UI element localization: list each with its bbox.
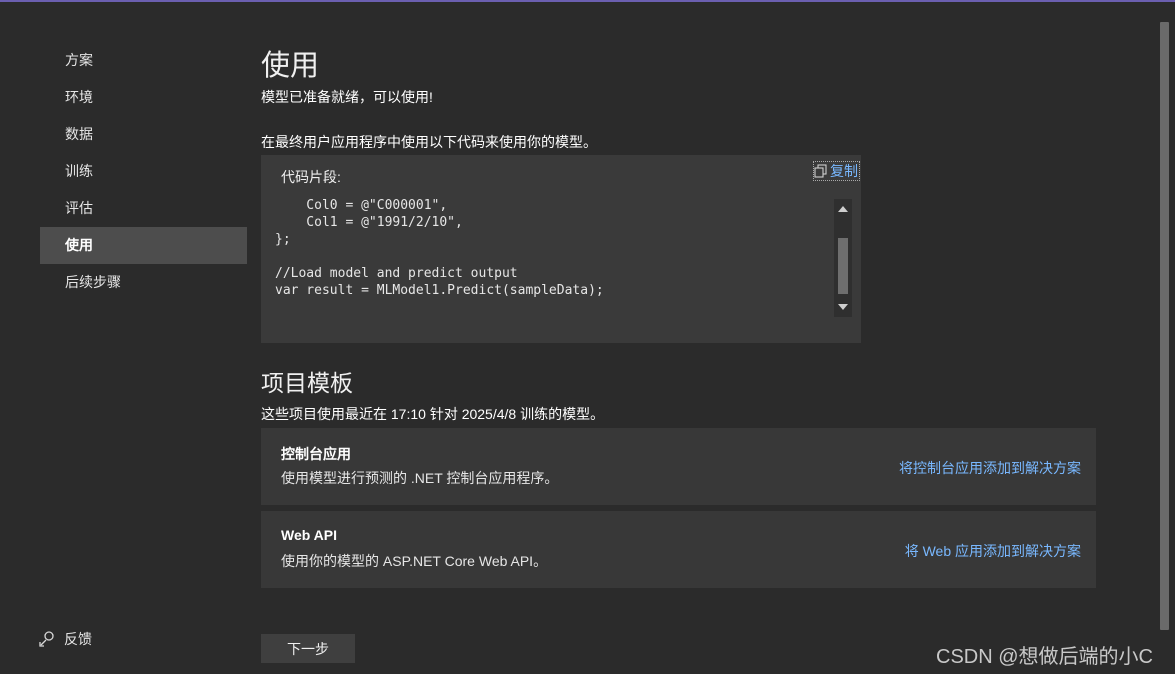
sidebar-item-scenario[interactable]: 方案 <box>40 42 247 79</box>
console-app-card: 控制台应用 使用模型进行预测的 .NET 控制台应用程序。 将控制台应用添加到解… <box>261 428 1096 505</box>
page-scrollbar[interactable] <box>1157 18 1171 658</box>
scroll-up-arrow-icon[interactable] <box>834 201 852 217</box>
sidebar-nav: 方案 环境 数据 训练 评估 使用 后续步骤 <box>40 42 247 301</box>
templates-subtitle: 这些项目使用最近在 17:10 针对 2025/4/8 训练的模型。 <box>261 406 605 422</box>
copy-icon <box>814 164 827 178</box>
scroll-down-arrow-icon[interactable] <box>834 299 852 315</box>
sidebar-item-evaluate[interactable]: 评估 <box>40 190 247 227</box>
code-instruction: 在最终用户应用程序中使用以下代码来使用你的模型。 <box>261 134 597 150</box>
page-scroll-thumb[interactable] <box>1160 22 1169 630</box>
feedback-label: 反馈 <box>64 631 92 647</box>
sidebar-item-data[interactable]: 数据 <box>40 116 247 153</box>
feedback-button[interactable]: 反馈 <box>38 628 92 650</box>
copy-button[interactable]: 复制 <box>813 161 860 181</box>
card-title: 控制台应用 <box>281 446 351 462</box>
ready-message: 模型已准备就绪，可以使用! <box>261 89 433 105</box>
copy-label: 复制 <box>830 163 858 179</box>
code-snippet[interactable]: Col0 = @"C000001", Col1 = @"1991/2/10", … <box>275 197 835 319</box>
sidebar-item-consume[interactable]: 使用 <box>40 227 247 264</box>
sidebar-item-next-steps[interactable]: 后续步骤 <box>40 264 247 301</box>
add-web-app-link[interactable]: 将 Web 应用添加到解决方案 <box>905 541 1081 561</box>
page-title: 使用 <box>261 50 320 82</box>
code-snippet-panel: 代码片段: 复制 Col0 = @"C000001", Col1 = @"199… <box>261 155 861 343</box>
watermark: CSDN @想做后端的小C <box>936 646 1153 668</box>
card-description: 使用你的模型的 ASP.NET Core Web API。 <box>281 553 548 569</box>
window-top-border <box>0 0 1175 2</box>
card-title: Web API <box>281 527 338 543</box>
sidebar-item-environment[interactable]: 环境 <box>40 79 247 116</box>
sidebar-item-train[interactable]: 训练 <box>40 153 247 190</box>
next-step-button[interactable]: 下一步 <box>261 634 355 663</box>
feedback-icon <box>39 631 54 647</box>
code-scroll-thumb[interactable] <box>838 237 848 294</box>
card-description: 使用模型进行预测的 .NET 控制台应用程序。 <box>281 470 559 486</box>
code-snippet-label: 代码片段: <box>281 169 341 185</box>
web-api-card: Web API 使用你的模型的 ASP.NET Core Web API。 将 … <box>261 511 1096 588</box>
add-console-app-link[interactable]: 将控制台应用添加到解决方案 <box>899 458 1081 478</box>
templates-title: 项目模板 <box>261 370 353 396</box>
code-scrollbar[interactable] <box>834 199 852 317</box>
